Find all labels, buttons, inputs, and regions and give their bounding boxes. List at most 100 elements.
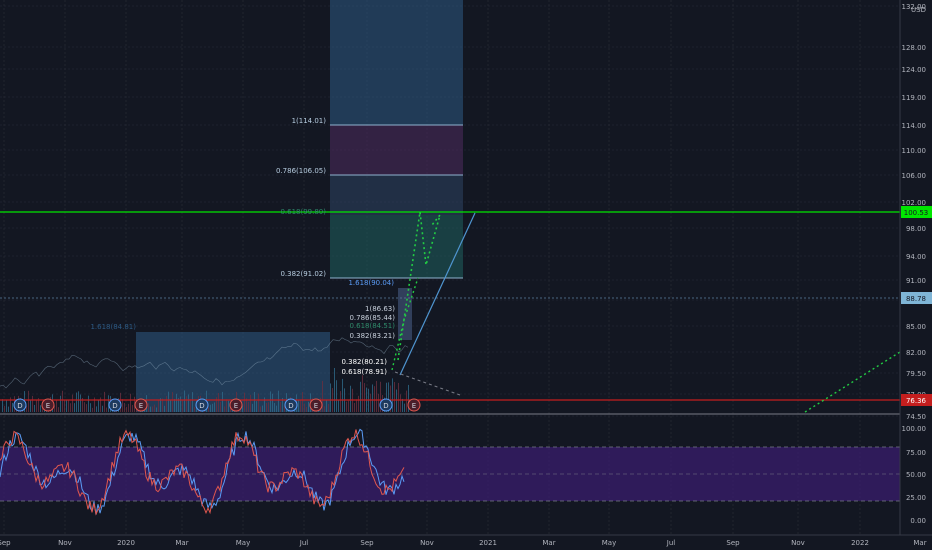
volume-bar (156, 407, 157, 412)
volume-bar (166, 396, 167, 412)
volume-bar (346, 401, 347, 412)
volume-bar (406, 390, 407, 412)
volume-bar (280, 401, 281, 412)
oscillator-tick-label: 75.00 (906, 449, 926, 457)
volume-bar (348, 400, 349, 412)
volume-bar (74, 403, 75, 412)
dividend-marker[interactable]: D (13, 398, 27, 412)
volume-bar (254, 392, 255, 412)
volume-bar (340, 391, 341, 412)
volume-bar (124, 402, 125, 412)
oscillator-tick-label: 100.00 (902, 425, 927, 433)
volume-bar (158, 400, 159, 412)
volume-bar (194, 407, 195, 412)
earnings-marker[interactable]: E (229, 398, 243, 412)
volume-bar (72, 394, 73, 412)
volume-bar (372, 384, 373, 412)
volume-bar (106, 407, 107, 412)
volume-bar (66, 400, 67, 412)
price-tick-label: 128.00 (902, 44, 927, 52)
volume-bar (274, 403, 275, 412)
volume-bar (176, 393, 177, 412)
volume-bar (84, 402, 85, 412)
fib-label: 1.618(84.81) (90, 323, 136, 331)
volume-bar (174, 399, 175, 412)
fib-label: 0.618(78.91) (341, 368, 387, 376)
volume-bar (324, 406, 325, 412)
volume-bar (336, 380, 337, 412)
volume-bar (396, 389, 397, 412)
fib-label: 1(114.01) (292, 117, 327, 125)
fib-label: 0.382(80.21) (341, 358, 387, 366)
marker-label: D (17, 402, 22, 410)
price-badge-label: 76.36 (906, 397, 927, 405)
price-tick-label: 119.00 (902, 94, 927, 102)
price-tick-label: 132.00 (902, 3, 927, 11)
volume-bar (250, 394, 251, 412)
time-tick-label: Nov (791, 539, 805, 547)
marker-label: D (199, 402, 204, 410)
price-tick-label: 74.50 (906, 413, 926, 421)
price-axis[interactable]: USD 132.00128.00124.00119.00114.00110.00… (899, 0, 932, 550)
oscillator-tick-label: 0.00 (910, 517, 926, 525)
volume-bar (342, 378, 343, 412)
price-axis-bg (900, 0, 932, 550)
fib-label: 0.382(91.02) (280, 270, 326, 278)
dividend-marker[interactable]: D (284, 398, 298, 412)
volume-bar (132, 405, 133, 412)
volume-bar (214, 402, 215, 412)
volume-bar (56, 399, 57, 412)
earnings-marker[interactable]: E (41, 398, 55, 412)
price-badge-label: 88.78 (906, 295, 926, 303)
earnings-marker[interactable]: E (309, 398, 323, 412)
time-tick-label: 2020 (117, 539, 135, 547)
price-tick-label: 79.50 (906, 370, 926, 378)
volume-bar (374, 386, 375, 412)
volume-bar (306, 407, 307, 412)
time-tick-label: May (236, 539, 250, 547)
dividend-marker[interactable]: D (195, 398, 209, 412)
volume-bar (322, 380, 323, 412)
volume-bar (212, 403, 213, 412)
volume-bar (36, 399, 37, 412)
volume-bar (358, 395, 359, 412)
oscillator-tick-label: 25.00 (906, 494, 926, 502)
earnings-marker[interactable]: E (134, 398, 148, 412)
volume-bar (302, 392, 303, 412)
volume-bar (96, 406, 97, 412)
price-tick-label: 98.00 (906, 225, 926, 233)
volume-bar (334, 367, 335, 412)
volume-bar (88, 395, 89, 412)
price-badge-label: 100.53 (904, 209, 929, 217)
chart-canvas[interactable]: 1(114.01) 0.786(106.05) 0.618(99.80) 0.3… (0, 0, 932, 550)
dividend-marker[interactable]: D (379, 398, 393, 412)
volume-bar (68, 399, 69, 412)
volume-bar (172, 392, 173, 412)
volume-bar (378, 393, 379, 412)
earnings-marker[interactable]: E (407, 398, 421, 412)
fib-label: 0.618(84.51) (349, 322, 395, 330)
volume-bar (102, 405, 103, 412)
time-tick-label: Sep (726, 539, 740, 547)
dividend-marker[interactable]: D (108, 398, 122, 412)
time-tick-label: Mar (542, 539, 555, 547)
volume-bar (98, 399, 99, 412)
volume-bar (188, 394, 189, 412)
volume-bar (326, 399, 327, 412)
volume-bar (130, 393, 131, 412)
volume-bar (252, 403, 253, 412)
volume-bar (34, 404, 35, 412)
volume-bar (266, 403, 267, 412)
volume-bar (28, 390, 29, 412)
volume-bar (394, 382, 395, 412)
volume-bar (376, 380, 377, 412)
time-tick-label: Mar (913, 539, 926, 547)
time-tick-label: Sep (0, 539, 11, 547)
marker-label: E (139, 402, 143, 410)
volume-bar (398, 382, 399, 412)
volume-bar (248, 401, 249, 412)
price-badge: 100.53 (901, 206, 932, 218)
volume-bar (360, 381, 361, 412)
volume-bar (226, 399, 227, 412)
volume-bar (298, 399, 299, 412)
